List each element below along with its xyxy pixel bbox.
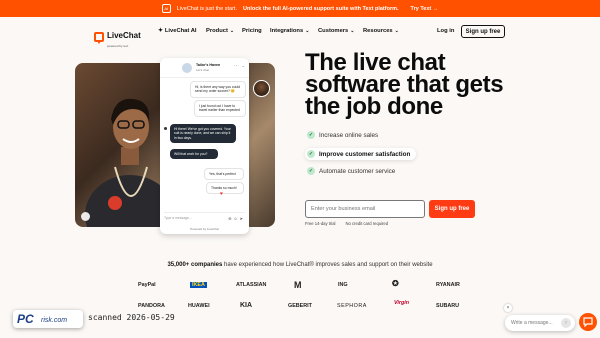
heart-icon: ♥ bbox=[220, 191, 223, 197]
brand-logo-pandora: PANDORA bbox=[138, 303, 165, 309]
send-icon: ➤ bbox=[239, 216, 243, 221]
feature-label: Improve customer satisfaction bbox=[319, 150, 411, 158]
chat-launcher-button[interactable] bbox=[579, 313, 597, 331]
attachment-icon: ⊕ bbox=[228, 216, 232, 221]
brand-logo-mcdonalds: M bbox=[294, 280, 302, 290]
emoji-icon: ☺ bbox=[233, 216, 238, 221]
business-email-input[interactable] bbox=[305, 200, 425, 218]
signup-nav-button[interactable]: Sign up free bbox=[461, 25, 505, 38]
nav-resources[interactable]: Resources ⌄ bbox=[363, 28, 399, 34]
chevron-down-icon: ⌄ bbox=[305, 28, 310, 34]
chat-agent-name: Tailor's Haven bbox=[196, 63, 221, 67]
chat-bubble-icon bbox=[583, 317, 593, 327]
nav-product-label: Product bbox=[206, 28, 228, 34]
sparkle-icon: ✦ bbox=[158, 28, 163, 34]
chevron-down-icon: ⌄ bbox=[229, 28, 235, 34]
hero-headline: The live chat software that gets the job… bbox=[305, 49, 504, 120]
feature-label: Increase online sales bbox=[319, 131, 379, 139]
feature-customer-satisfaction[interactable]: ✓ Improve customer satisfaction bbox=[305, 148, 417, 160]
watermark-risk: risk.com bbox=[41, 317, 68, 324]
chat-message: Hi, is there any way you could send my o… bbox=[190, 81, 246, 98]
brand-logo-mercedes: ✪ bbox=[392, 279, 399, 288]
watermark-pc: PC bbox=[17, 312, 34, 326]
agent-avatar bbox=[163, 126, 168, 131]
brand-logo-ikea: IKEA bbox=[190, 282, 207, 288]
brand-logo-sephora: SEPHORA bbox=[337, 303, 367, 309]
logo-text: LiveChat bbox=[107, 31, 141, 40]
brand-logo-ing: ING bbox=[338, 282, 348, 288]
nav-pricing-label: Pricing bbox=[242, 28, 262, 34]
brand-logo-ryanair: RYANAIR bbox=[436, 282, 460, 288]
livechat-logo-icon bbox=[94, 31, 104, 44]
free-trial-note: Free 14-day trial bbox=[305, 221, 336, 226]
chevron-down-icon: ⌄ bbox=[394, 28, 399, 34]
livechat-logo[interactable]: LiveChat powered by text bbox=[94, 25, 141, 48]
trial-notes: Free 14-day trial No credit card require… bbox=[305, 221, 388, 226]
nav-livechat-ai[interactable]: ✦ LiveChat AI bbox=[158, 28, 197, 34]
nav-integrations[interactable]: Integrations ⌄ bbox=[270, 28, 309, 34]
powered-by-label: Powered by LiveChat bbox=[190, 227, 219, 231]
brand-logo-subaru: SUBARU bbox=[436, 303, 460, 309]
chat-message: Thanks so much! bbox=[206, 182, 244, 195]
no-credit-card-note: No credit card required bbox=[345, 221, 389, 226]
chat-message: I just found out I have to travel earlie… bbox=[194, 100, 246, 117]
nav-resources-label: Resources bbox=[363, 28, 393, 34]
brand-logo-geberit: GEBERIT bbox=[288, 303, 312, 309]
chat-message: Will that work for you? bbox=[170, 149, 218, 160]
companies-count: 35,000+ companies bbox=[167, 262, 223, 268]
promo-text: LiveChat is just the start. bbox=[176, 5, 237, 12]
ai-icon: AI bbox=[161, 4, 171, 13]
send-icon[interactable]: ↑ bbox=[561, 318, 571, 328]
nav-product[interactable]: Product ⌄ bbox=[206, 28, 234, 34]
brand-logo-virgin: Virgin bbox=[394, 300, 410, 306]
nav-livechat-ai-label: LiveChat AI bbox=[164, 28, 197, 34]
chat-message: Yes, that's perfect bbox=[204, 168, 244, 181]
check-icon: ✓ bbox=[307, 150, 315, 158]
nav-integrations-label: Integrations bbox=[270, 28, 304, 34]
nav-customers-label: Customers bbox=[318, 28, 349, 34]
chevron-down-icon: ⌄ bbox=[350, 28, 355, 34]
chat-header: Tailor's Haven Let's chat ⋯ ⌄ bbox=[160, 58, 249, 78]
chat-status: Let's chat bbox=[196, 68, 209, 72]
chat-widget-preview: Tailor's Haven Let's chat ⋯ ⌄ Hi, is the… bbox=[160, 58, 249, 234]
companies-text: have experienced how LiveChat® improves … bbox=[222, 262, 433, 268]
promo-text-bold: Unlock the full AI-powered support suite… bbox=[242, 5, 399, 12]
scan-stamp: scanned 2026-05-29 bbox=[88, 313, 175, 322]
chat-input-icons: ⊕ ☺ ➤ bbox=[228, 216, 243, 221]
feature-label: Automate customer service bbox=[319, 167, 396, 175]
pcrisk-watermark: PC risk.com bbox=[13, 310, 83, 328]
check-icon: ✓ bbox=[307, 167, 315, 175]
check-icon: ✓ bbox=[307, 131, 315, 139]
feature-automate-service[interactable]: ✓ Automate customer service bbox=[307, 167, 395, 175]
brand-logo-huawei: HUAWEI bbox=[188, 303, 210, 309]
try-text-link[interactable]: Try Text → bbox=[411, 6, 439, 12]
close-icon[interactable]: × bbox=[504, 304, 512, 312]
main-navigation: LiveChat powered by text ✦ LiveChat AI P… bbox=[0, 17, 600, 48]
nav-customers[interactable]: Customers ⌄ bbox=[318, 28, 354, 34]
brand-logo-paypal: PayPal bbox=[138, 282, 156, 288]
video-control-icon[interactable] bbox=[81, 212, 90, 221]
brand-logo-atlassian: ATLASSIAN bbox=[236, 282, 267, 288]
promo-banner[interactable]: AI LiveChat is just the start. Unlock th… bbox=[0, 0, 600, 17]
more-options-icon: ⋯ bbox=[234, 63, 239, 69]
chat-message: Hi there! We've got you covered. Your su… bbox=[170, 124, 236, 144]
store-avatar bbox=[182, 63, 192, 73]
customer-avatar bbox=[253, 80, 270, 97]
login-link[interactable]: Log in bbox=[437, 28, 454, 34]
logo-subtext: powered by text bbox=[107, 44, 129, 48]
signup-free-button[interactable]: Sign up free bbox=[429, 200, 475, 218]
feature-increase-sales[interactable]: ✓ Increase online sales bbox=[307, 131, 378, 139]
minimize-icon: ⌄ bbox=[241, 63, 245, 68]
nav-pricing[interactable]: Pricing bbox=[242, 28, 262, 34]
brand-logo-kia: KIA bbox=[240, 302, 253, 309]
companies-statement: 35,000+ companies have experienced how L… bbox=[0, 262, 600, 268]
